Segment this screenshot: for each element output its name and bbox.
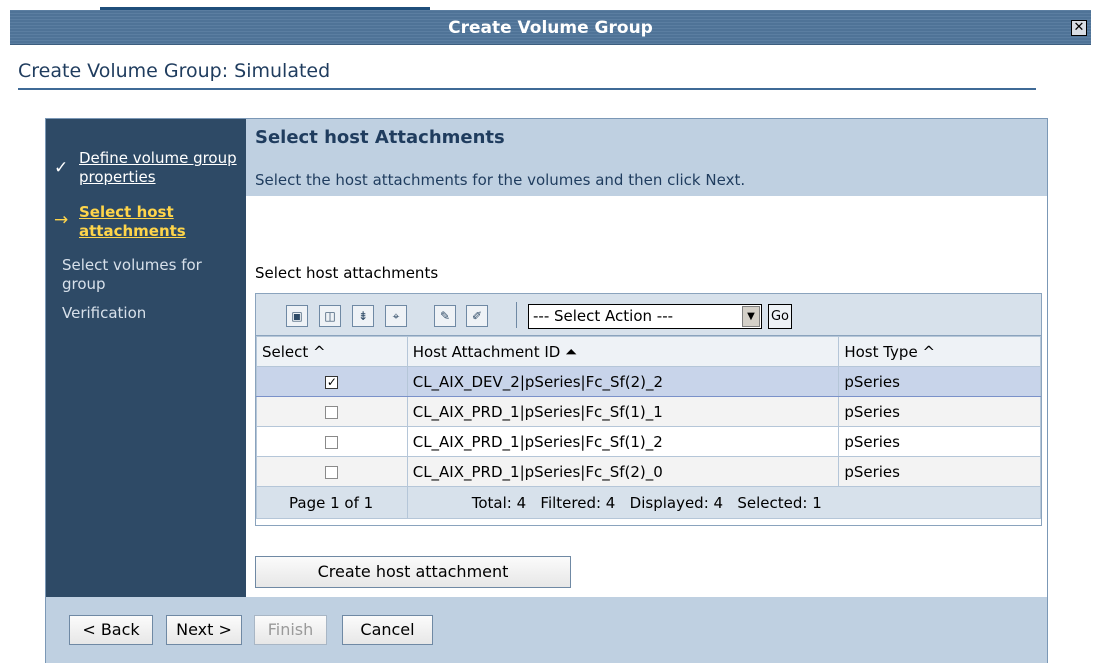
window-title: Create Volume Group bbox=[448, 18, 653, 38]
step-label[interactable]: Select host attachments bbox=[79, 203, 241, 241]
clear-filters-icon[interactable]: ⌖ bbox=[385, 305, 407, 327]
arrow-right-icon: → bbox=[54, 210, 69, 230]
wizard-content: Select host Attachments Select the host … bbox=[246, 119, 1047, 597]
dropdown-arrow-icon[interactable]: ▼ bbox=[742, 306, 760, 327]
host-attachment-id-cell: CL_AIX_PRD_1|pSeries|Fc_Sf(1)_1 bbox=[406, 396, 840, 427]
select-action-value: --- Select Action --- bbox=[533, 307, 674, 325]
top-strip bbox=[0, 0, 1098, 10]
column-header-host-type[interactable]: Host Type ^ bbox=[838, 336, 1041, 367]
edit-sort-icon[interactable]: ✎ bbox=[434, 305, 456, 327]
checkmark-icon: ✓ bbox=[54, 158, 69, 178]
host-type-cell: pSeries bbox=[838, 456, 1041, 487]
toolbar-separator bbox=[516, 302, 517, 328]
host-type-cell: pSeries bbox=[838, 366, 1041, 397]
host-type-cell: pSeries bbox=[838, 396, 1041, 427]
select-action-dropdown[interactable]: --- Select Action --- ▼ bbox=[528, 304, 762, 329]
step-label[interactable]: Define volume group properties bbox=[79, 149, 241, 187]
table-row[interactable]: CL_AIX_PRD_1|pSeries|Fc_Sf(1)_2 pSeries bbox=[256, 426, 1041, 457]
checkbox-checked[interactable]: ✓ bbox=[325, 375, 339, 389]
back-button[interactable]: < Back bbox=[69, 615, 153, 645]
checkbox[interactable] bbox=[325, 405, 339, 419]
table-row[interactable]: CL_AIX_PRD_1|pSeries|Fc_Sf(1)_1 pSeries bbox=[256, 396, 1041, 427]
section-description: Select the host attachments for the volu… bbox=[255, 171, 746, 189]
select-all-icon[interactable]: ▣ bbox=[286, 305, 308, 327]
footer-counts: Total: 4 Filtered: 4 Displayed: 4 Select… bbox=[406, 486, 1042, 519]
section-title: Select host Attachments bbox=[255, 127, 505, 148]
table-header-row: Select ^ Host Attachment ID ⏶ Host Type … bbox=[256, 336, 1041, 367]
row-select-cell[interactable] bbox=[256, 456, 408, 487]
page-title: Create Volume Group: Simulated bbox=[18, 60, 331, 82]
step-label: Verification bbox=[62, 304, 147, 322]
cancel-button[interactable]: Cancel bbox=[342, 615, 433, 645]
row-select-cell[interactable] bbox=[256, 396, 408, 427]
host-attachment-id-cell: CL_AIX_DEV_2|pSeries|Fc_Sf(2)_2 bbox=[406, 366, 840, 397]
title-divider bbox=[18, 88, 1036, 90]
column-header-select[interactable]: Select ^ bbox=[256, 336, 408, 367]
step-label: Select volumes for group bbox=[62, 256, 202, 293]
go-button[interactable]: Go bbox=[768, 304, 792, 329]
row-select-cell[interactable] bbox=[256, 426, 408, 457]
show-filter-row-icon[interactable]: ⇟ bbox=[352, 305, 374, 327]
checkbox[interactable] bbox=[325, 465, 339, 479]
host-attachment-id-cell: CL_AIX_PRD_1|pSeries|Fc_Sf(1)_2 bbox=[406, 426, 840, 457]
window-titlebar: Create Volume Group ✕ bbox=[10, 10, 1091, 45]
table-label: Select host attachments bbox=[255, 264, 439, 282]
row-select-cell[interactable]: ✓ bbox=[256, 366, 408, 397]
footer-page: Page 1 of 1 bbox=[256, 486, 408, 519]
wizard-panel: ✓ Define volume group properties → Selec… bbox=[45, 118, 1048, 663]
host-type-cell: pSeries bbox=[838, 426, 1041, 457]
wizard-button-bar: < Back Next > Finish Cancel bbox=[46, 597, 1047, 663]
next-button[interactable]: Next > bbox=[166, 615, 242, 645]
data-table: Select ^ Host Attachment ID ⏶ Host Type … bbox=[256, 336, 1042, 519]
table-toolbar: ▣ ◫ ⇟ ⌖ ✎ ✐ --- Select Action --- ▼ Go bbox=[256, 294, 1041, 336]
table-footer: Page 1 of 1 Total: 4 Filtered: 4 Display… bbox=[256, 486, 1042, 519]
deselect-all-icon[interactable]: ◫ bbox=[319, 305, 341, 327]
finish-button: Finish bbox=[254, 615, 327, 645]
table-row[interactable]: CL_AIX_PRD_1|pSeries|Fc_Sf(2)_0 pSeries bbox=[256, 456, 1041, 487]
close-icon[interactable]: ✕ bbox=[1071, 20, 1087, 36]
create-host-attachment-button[interactable]: Create host attachment bbox=[255, 556, 571, 588]
host-attachment-id-cell: CL_AIX_PRD_1|pSeries|Fc_Sf(2)_0 bbox=[406, 456, 840, 487]
clear-sort-icon[interactable]: ✐ bbox=[466, 305, 488, 327]
section-header: Select host Attachments Select the host … bbox=[246, 119, 1047, 196]
checkbox[interactable] bbox=[325, 435, 339, 449]
host-attachments-table: ▣ ◫ ⇟ ⌖ ✎ ✐ --- Select Action --- ▼ Go S… bbox=[255, 293, 1042, 526]
table-row[interactable]: ✓ CL_AIX_DEV_2|pSeries|Fc_Sf(2)_2 pSerie… bbox=[256, 366, 1041, 397]
wizard-step-nav: ✓ Define volume group properties → Selec… bbox=[46, 119, 246, 597]
column-header-host-attachment-id[interactable]: Host Attachment ID ⏶ bbox=[406, 336, 840, 367]
